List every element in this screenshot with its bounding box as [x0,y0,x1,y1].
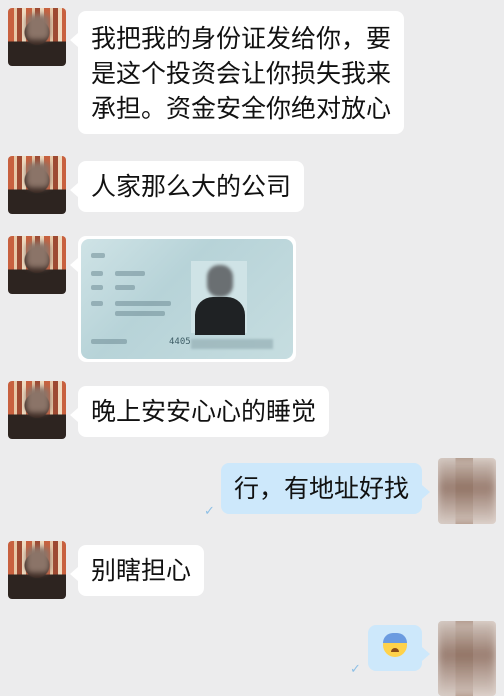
message-text-line: 是这个投资会让你损失我来 [91,59,392,88]
message-text-line: 行，有地址好找 [233,474,409,503]
read-check-icon: ✓ [350,662,361,677]
contact-avatar[interactable] [8,156,66,214]
image-message[interactable]: 4405 [70,236,296,362]
read-check-icon: ✓ [204,504,215,519]
my-avatar[interactable] [438,458,496,524]
message-text-line: 承担。资金安全你绝对放心 [91,94,392,123]
contact-avatar[interactable] [8,236,66,294]
id-number-fragment: 4405 [169,337,191,347]
my-avatar[interactable] [438,621,496,696]
message-bubble[interactable]: 别瞎担心 [69,545,205,596]
contact-avatar[interactable] [8,541,66,599]
contact-avatar[interactable] [8,8,66,66]
id-card-image: 4405 [81,239,293,359]
anxious-sweat-emoji-icon [383,633,407,657]
message-bubble-outgoing[interactable]: 行，有地址好找 [220,463,431,514]
message-bubble[interactable]: 人家那么大的公司 [69,161,305,212]
message-text-line: 我把我的身份证发给你，要 [91,24,392,53]
message-bubble[interactable]: 晚上安安心心的睡觉 [69,386,330,437]
id-photo [191,261,247,335]
message-text-line: 晚上安安心心的睡觉 [91,397,317,426]
contact-avatar[interactable] [8,381,66,439]
message-bubble[interactable]: 我把我的身份证发给你，要 是这个投资会让你损失我来 承担。资金安全你绝对放心 [69,11,405,134]
message-text-line: 人家那么大的公司 [91,172,292,201]
message-text-line: 别瞎担心 [91,556,192,585]
message-bubble-outgoing[interactable] [368,625,430,671]
